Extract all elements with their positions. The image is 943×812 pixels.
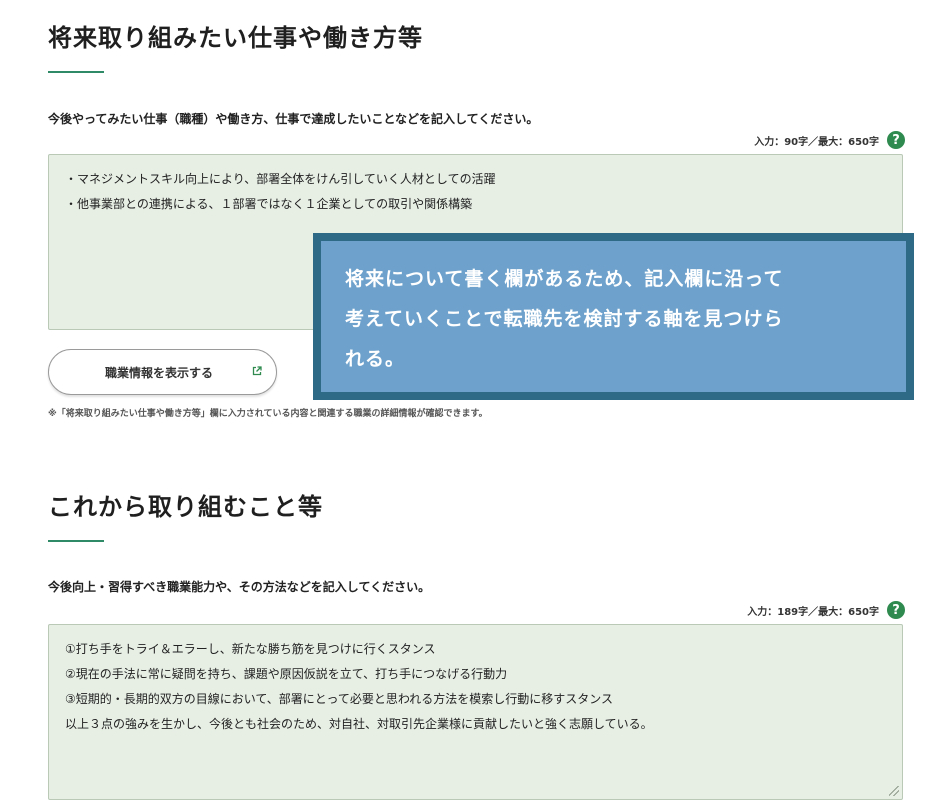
related-job-note: ※「将来取り組みたい仕事や働き方等」欄に入力されている内容と関連する職業の詳細情… bbox=[48, 409, 488, 419]
char-count-text: 入力：189字 ／ 最大：650字 bbox=[747, 603, 879, 618]
callout-text-line: 考えていくことで転職先を検討する軸を見つけら bbox=[345, 308, 784, 330]
char-count-input: 入力：90字 bbox=[754, 136, 809, 148]
char-count-text: 入力：90字 ／ 最大：650字 bbox=[754, 133, 879, 148]
char-count-separator: ／ bbox=[808, 606, 819, 618]
callout-text-line: 将来について書く欄があるため、記入欄に沿って bbox=[345, 268, 784, 290]
textarea-line: ・マネジメントスキル向上により、部署全体をけん引していく人材としての活躍 bbox=[65, 172, 496, 186]
textarea-line: ③短期的・長期的双方の目線において、部署にとって必要と思われる方法を模索し行動に… bbox=[65, 692, 614, 706]
char-count-max: 最大：650字 bbox=[818, 606, 879, 618]
annotation-callout: 将来について書く欄があるため、記入欄に沿って 考えていくことで転職先を検討する軸… bbox=[313, 233, 914, 400]
title-underline bbox=[48, 71, 104, 73]
future-efforts-textarea[interactable]: ①打ち手をトライ＆エラーし、新たな勝ち筋を見つけに行くスタンス ②現在の手法に常… bbox=[48, 624, 903, 800]
char-count-input: 入力：189字 bbox=[747, 606, 809, 618]
resize-handle[interactable] bbox=[889, 786, 899, 796]
callout-text-line: れる。 bbox=[345, 348, 406, 370]
show-job-info-button[interactable]: 職業情報を表示する bbox=[48, 349, 277, 395]
external-link-icon bbox=[252, 366, 262, 376]
textarea-line: ①打ち手をトライ＆エラーし、新たな勝ち筋を見つけに行くスタンス bbox=[65, 642, 436, 656]
section-title-future-efforts: これから取り組むこと等 bbox=[48, 493, 323, 521]
textarea-line: ・他事業部との連携による、１部署ではなく１企業としての取引や関係構築 bbox=[65, 197, 473, 211]
annotation-callout-body: 将来について書く欄があるため、記入欄に沿って 考えていくことで転職先を検討する軸… bbox=[321, 241, 906, 392]
help-icon[interactable]: ? bbox=[887, 131, 905, 149]
char-count-max: 最大：650字 bbox=[818, 136, 879, 148]
show-job-info-label: 職業情報を表示する bbox=[105, 366, 214, 380]
instruction-future-efforts: 今後向上・習得すべき職業能力や、その方法などを記入してください。 bbox=[48, 580, 431, 594]
char-counter: 入力：189字 ／ 最大：650字 ? bbox=[747, 601, 905, 619]
char-counter: 入力：90字 ／ 最大：650字 ? bbox=[754, 131, 905, 149]
section-title-future-work: 将来取り組みたい仕事や働き方等 bbox=[48, 24, 423, 52]
textarea-line: ②現在の手法に常に疑問を持ち、課題や原因仮説を立て、打ち手につなげる行動力 bbox=[65, 667, 508, 681]
textarea-line: 以上３点の強みを生かし、今後とも社会のため、対自社、対取引先企業様に貢献したいと… bbox=[65, 717, 653, 731]
char-count-separator: ／ bbox=[808, 136, 819, 148]
help-icon[interactable]: ? bbox=[887, 601, 905, 619]
instruction-future-work: 今後やってみたい仕事（職種）や働き方、仕事で達成したいことなどを記入してください… bbox=[48, 112, 539, 126]
title-underline bbox=[48, 540, 104, 542]
